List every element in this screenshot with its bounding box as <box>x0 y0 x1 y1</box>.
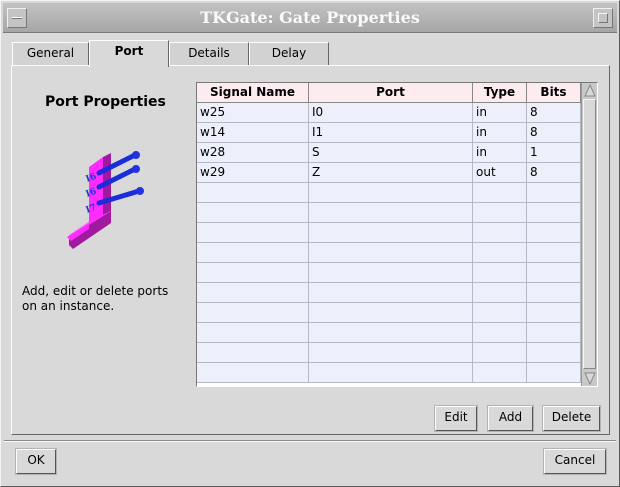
cell-type[interactable] <box>473 263 527 283</box>
col-bits[interactable]: Bits <box>527 83 581 103</box>
table-row[interactable] <box>197 303 581 323</box>
col-type[interactable]: Type <box>473 83 527 103</box>
cell-bits[interactable]: 8 <box>527 163 581 183</box>
window-title: TKGate: Gate Properties <box>200 8 420 27</box>
cell-bits[interactable] <box>527 323 581 343</box>
cell-type[interactable]: in <box>473 123 527 143</box>
ports-table-header: Signal Name Port Type Bits <box>197 83 581 103</box>
tab-general[interactable]: General <box>12 42 89 65</box>
cell-bits[interactable]: 8 <box>527 103 581 123</box>
cell-type[interactable] <box>473 283 527 303</box>
cell-type[interactable] <box>473 183 527 203</box>
cell-signal-name[interactable] <box>197 303 309 323</box>
port-properties-heading: Port Properties <box>45 94 166 110</box>
table-row[interactable] <box>197 243 581 263</box>
cell-bits[interactable] <box>527 363 581 383</box>
table-row[interactable]: w14 I1 in 8 <box>197 123 581 143</box>
cell-type[interactable]: in <box>473 143 527 163</box>
table-scrollbar[interactable] <box>581 83 597 386</box>
cell-port[interactable]: I0 <box>309 103 473 123</box>
cell-type[interactable] <box>473 223 527 243</box>
tab-delay[interactable]: Delay <box>249 42 329 65</box>
edit-port-button[interactable]: Edit <box>435 406 477 431</box>
cell-port[interactable]: I1 <box>309 123 473 143</box>
cell-signal-name[interactable]: w14 <box>197 123 309 143</box>
delete-port-button[interactable]: Delete <box>543 406 600 431</box>
maximize-icon <box>598 13 608 23</box>
cell-type[interactable] <box>473 303 527 323</box>
cell-port[interactable]: Z <box>309 163 473 183</box>
cancel-button[interactable]: Cancel <box>544 449 606 474</box>
cell-port[interactable] <box>309 283 473 303</box>
cell-port[interactable] <box>309 323 473 343</box>
cell-bits[interactable] <box>527 263 581 283</box>
title-bar[interactable]: TKGate: Gate Properties <box>3 3 617 33</box>
table-row[interactable] <box>197 323 581 343</box>
cell-signal-name[interactable] <box>197 283 309 303</box>
cell-type[interactable] <box>473 363 527 383</box>
cell-signal-name[interactable] <box>197 243 309 263</box>
maximize-button[interactable] <box>593 8 613 28</box>
add-port-button[interactable]: Add <box>488 406 533 431</box>
table-row[interactable]: w29 Zout 8 <box>197 163 581 183</box>
cell-bits[interactable]: 8 <box>527 123 581 143</box>
cell-port[interactable] <box>309 203 473 223</box>
table-row[interactable] <box>197 183 581 203</box>
scroll-thumb[interactable] <box>583 99 596 369</box>
scroll-up-arrow-icon[interactable] <box>584 84 596 98</box>
table-row[interactable]: w28 Sin 1 <box>197 143 581 163</box>
cell-bits[interactable] <box>527 243 581 263</box>
cell-port[interactable] <box>309 223 473 243</box>
cell-port[interactable] <box>309 243 473 263</box>
tab-details[interactable]: Details <box>169 42 249 65</box>
cell-port[interactable] <box>309 263 473 283</box>
scroll-down-arrow-icon[interactable] <box>584 371 596 385</box>
cell-signal-name[interactable] <box>197 263 309 283</box>
ports-table: Signal Name Port Type Bits w25 I0 in 8 w14 I1… <box>196 82 598 387</box>
table-row[interactable] <box>197 203 581 223</box>
cell-bits[interactable] <box>527 183 581 203</box>
cell-signal-name[interactable] <box>197 203 309 223</box>
table-row[interactable] <box>197 363 581 383</box>
table-row[interactable] <box>197 223 581 243</box>
table-row[interactable]: w25 I0 in 8 <box>197 103 581 123</box>
cell-signal-name[interactable]: w29 <box>197 163 309 183</box>
cell-port[interactable]: S <box>309 143 473 163</box>
ok-button[interactable]: OK <box>16 449 56 474</box>
cell-signal-name[interactable] <box>197 323 309 343</box>
cell-signal-name[interactable] <box>197 223 309 243</box>
table-row[interactable] <box>197 263 581 283</box>
port-properties-description: Add, edit or delete ports on an instance… <box>22 284 169 313</box>
port-properties-icon: I6 I6 I7 <box>67 151 144 249</box>
cell-signal-name[interactable]: w25 <box>197 103 309 123</box>
ports-table-body: w25 I0 in 8 w14 I1 in 8 w28 Sin 1 w29 Zout 8 <box>197 103 581 383</box>
cell-bits[interactable]: 1 <box>527 143 581 163</box>
cell-type[interactable] <box>473 343 527 363</box>
cell-port[interactable] <box>309 303 473 323</box>
button-bar-separator <box>4 440 616 442</box>
cell-bits[interactable] <box>527 303 581 323</box>
cell-type[interactable] <box>473 203 527 223</box>
cell-signal-name[interactable] <box>197 183 309 203</box>
cell-port[interactable] <box>309 343 473 363</box>
col-signal-name[interactable]: Signal Name <box>197 83 309 103</box>
cell-type[interactable] <box>473 243 527 263</box>
cell-signal-name[interactable] <box>197 343 309 363</box>
cell-type[interactable]: in <box>473 103 527 123</box>
cell-signal-name[interactable] <box>197 363 309 383</box>
cell-bits[interactable] <box>527 223 581 243</box>
table-row[interactable] <box>197 283 581 303</box>
cell-signal-name[interactable]: w28 <box>197 143 309 163</box>
table-row[interactable] <box>197 343 581 363</box>
cell-port[interactable] <box>309 363 473 383</box>
cell-bits[interactable] <box>527 203 581 223</box>
gate-properties-dialog: TKGate: Gate Properties General Port Det… <box>0 0 620 487</box>
cell-bits[interactable] <box>527 283 581 303</box>
cell-port[interactable] <box>309 183 473 203</box>
cell-type[interactable]: out <box>473 163 527 183</box>
cell-type[interactable] <box>473 323 527 343</box>
cell-bits[interactable] <box>527 343 581 363</box>
tab-port[interactable]: Port <box>89 40 169 67</box>
col-port[interactable]: Port <box>309 83 473 103</box>
